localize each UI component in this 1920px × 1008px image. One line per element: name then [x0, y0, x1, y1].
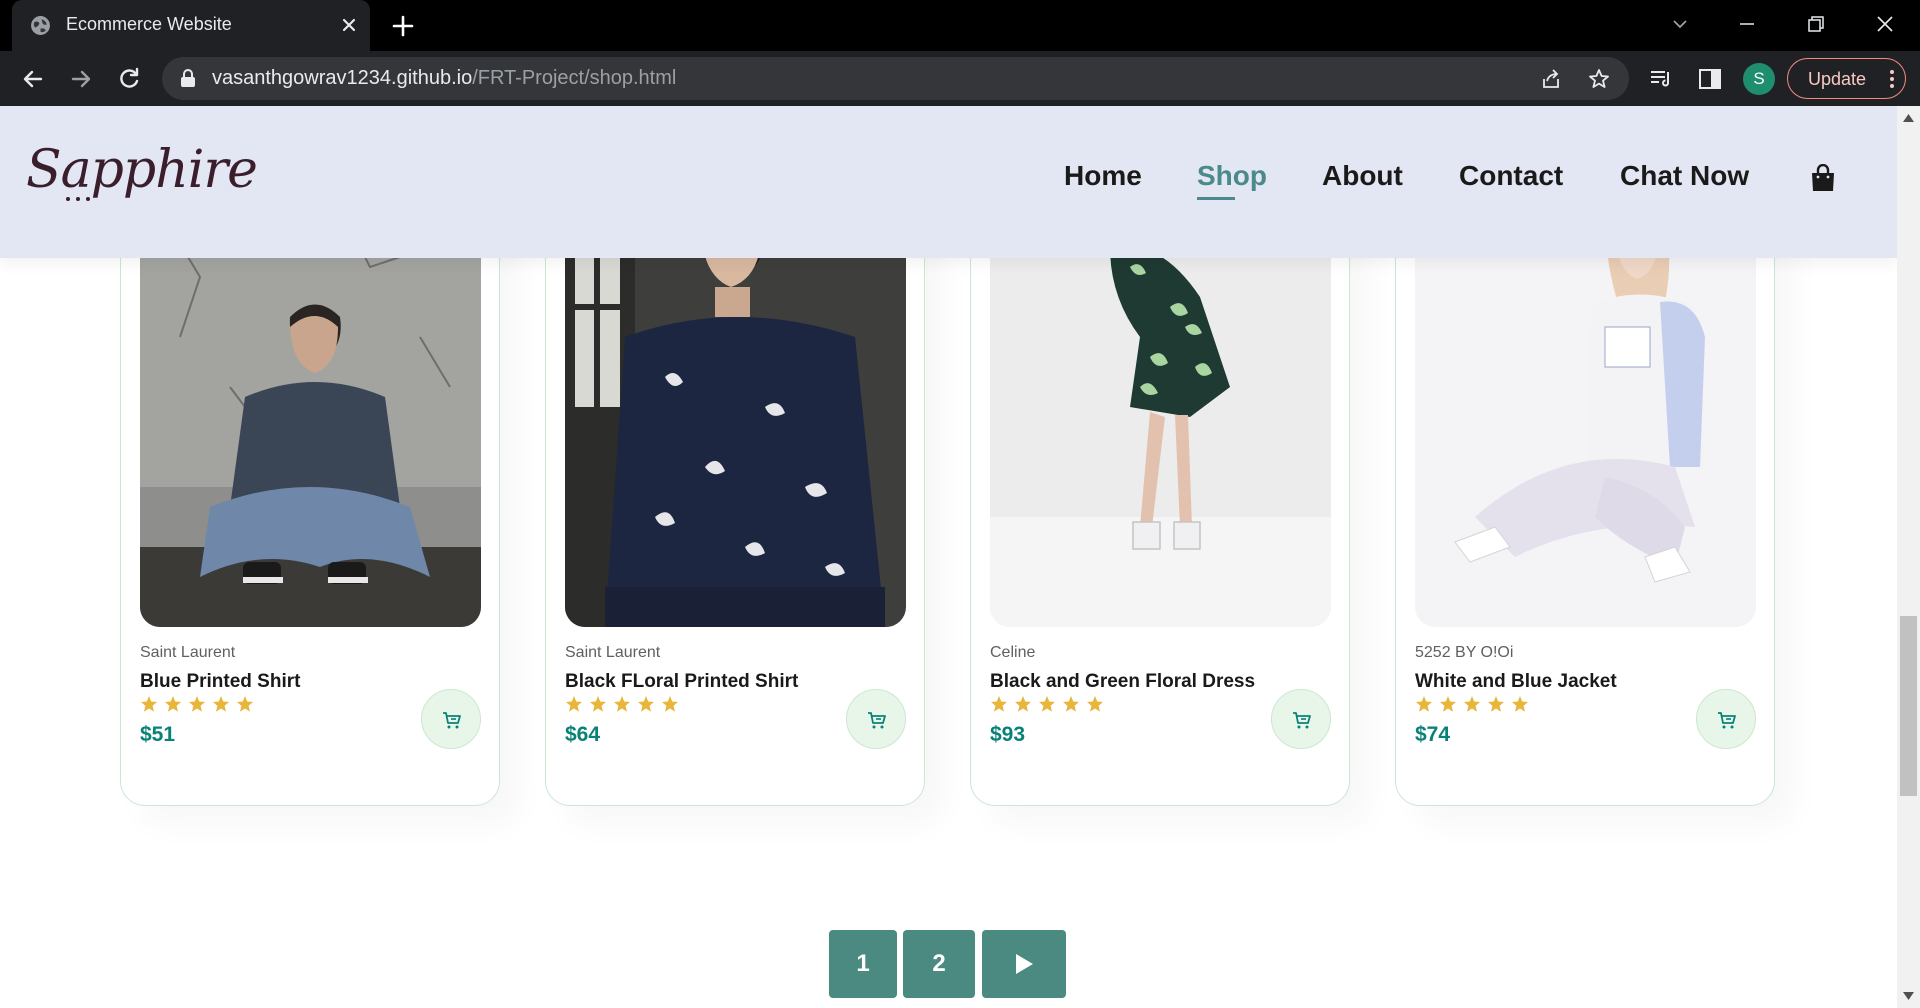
globe-icon	[31, 16, 50, 35]
product-card[interactable]: Saint Laurent Blue Printed Shirt $51	[120, 186, 500, 806]
product-brand: 5252 BY O!Oi	[1415, 644, 1514, 661]
url-domain: vasanthgowrav1234.github.io	[212, 67, 473, 89]
forward-arrow-icon[interactable]	[67, 65, 95, 93]
product-card[interactable]: Celine Black and Green Floral Dress $93	[970, 186, 1350, 806]
star-icon	[213, 696, 229, 712]
cart-icon	[1718, 712, 1736, 729]
star-icon	[1464, 696, 1480, 712]
cart-icon	[1293, 712, 1311, 729]
product-price: $64	[565, 723, 601, 746]
nav-contact[interactable]: Contact	[1459, 160, 1563, 192]
browser-tab[interactable]: Ecommerce Website	[12, 0, 370, 51]
star-icon	[662, 696, 678, 712]
star-icon	[991, 696, 1007, 712]
scrollbar-thumb[interactable]	[1900, 616, 1917, 796]
add-to-cart-button[interactable]	[1696, 689, 1756, 749]
browser-tab-strip: Ecommerce Website	[0, 0, 1920, 51]
nav-chat-now[interactable]: Chat Now	[1620, 160, 1749, 192]
nav-active-underline	[1197, 197, 1235, 200]
star-icon	[1416, 696, 1432, 712]
star-icon	[1015, 696, 1031, 712]
scroll-down-arrow-icon[interactable]	[1903, 992, 1914, 1000]
page-scrollbar[interactable]	[1897, 106, 1920, 1008]
more-vert-icon	[1890, 70, 1894, 88]
product-rating	[990, 695, 1110, 715]
site-header: Sapphire Home Shop About Contact Chat No…	[0, 106, 1897, 258]
side-panel-icon[interactable]	[1697, 66, 1723, 92]
bookmark-star-icon[interactable]	[1587, 67, 1611, 91]
cart-icon	[443, 712, 461, 729]
product-name: Blue Printed Shirt	[140, 671, 301, 692]
product-card[interactable]: Saint Laurent Black FLoral Printed Shirt…	[545, 186, 925, 806]
tab-search-chevron-icon[interactable]	[1668, 12, 1692, 36]
star-icon	[1063, 696, 1079, 712]
product-rating	[140, 695, 260, 715]
play-triangle-icon	[1016, 954, 1033, 974]
star-icon	[1039, 696, 1055, 712]
nav-shop[interactable]: Shop	[1197, 160, 1267, 192]
star-icon	[638, 696, 654, 712]
nav-home[interactable]: Home	[1064, 160, 1142, 192]
new-tab-icon[interactable]	[390, 13, 416, 39]
product-brand: Saint Laurent	[565, 644, 661, 661]
add-to-cart-button[interactable]	[846, 689, 906, 749]
product-price: $93	[990, 723, 1026, 746]
add-to-cart-button[interactable]	[1271, 689, 1331, 749]
page-viewport: Sapphire Home Shop About Contact Chat No…	[0, 106, 1897, 1008]
page-2-button[interactable]: 2	[903, 930, 975, 998]
shopping-bag-icon[interactable]	[1810, 164, 1836, 192]
star-icon	[1440, 696, 1456, 712]
logo-dots-decoration	[66, 197, 90, 201]
star-icon	[237, 696, 253, 712]
restore-icon[interactable]	[1804, 12, 1828, 36]
media-queue-icon[interactable]	[1648, 66, 1674, 92]
star-icon	[165, 696, 181, 712]
reload-icon[interactable]	[115, 65, 143, 93]
nav-about[interactable]: About	[1322, 160, 1403, 192]
star-icon	[1488, 696, 1504, 712]
profile-avatar[interactable]: S	[1743, 63, 1775, 95]
star-icon	[566, 696, 582, 712]
product-card[interactable]: 5252 BY O!Oi White and Blue Jacket $74	[1395, 186, 1775, 806]
tab-title: Ecommerce Website	[66, 14, 232, 34]
cart-icon	[868, 712, 886, 729]
back-arrow-icon[interactable]	[19, 65, 47, 93]
product-price: $74	[1415, 723, 1451, 746]
close-window-icon[interactable]	[1873, 12, 1897, 36]
add-to-cart-button[interactable]	[421, 689, 481, 749]
minimize-icon[interactable]	[1735, 12, 1759, 36]
product-rating	[1415, 695, 1535, 715]
star-icon	[189, 696, 205, 712]
page-1-button[interactable]: 1	[829, 930, 897, 998]
product-brand: Saint Laurent	[140, 644, 236, 661]
update-label: Update	[1808, 69, 1867, 89]
url-path: /FRT-Project/shop.html	[472, 67, 677, 89]
product-name: Black and Green Floral Dress	[990, 671, 1256, 692]
next-page-button[interactable]	[982, 930, 1066, 998]
address-bar[interactable]: vasanthgowrav1234.github.io/FRT-Project/…	[162, 57, 1629, 100]
product-brand: Celine	[990, 644, 1036, 661]
star-icon	[1512, 696, 1528, 712]
product-price: $51	[140, 723, 176, 746]
star-icon	[614, 696, 630, 712]
share-icon[interactable]	[1539, 67, 1563, 91]
update-button[interactable]: Update	[1787, 58, 1906, 99]
site-logo[interactable]: Sapphire	[26, 140, 258, 200]
product-name: Black FLoral Printed Shirt	[565, 671, 799, 692]
browser-toolbar: vasanthgowrav1234.github.io/FRT-Project/…	[0, 51, 1920, 106]
star-icon	[1087, 696, 1103, 712]
product-name: White and Blue Jacket	[1415, 671, 1617, 692]
scroll-up-arrow-icon[interactable]	[1903, 114, 1914, 122]
star-icon	[590, 696, 606, 712]
lock-icon[interactable]	[180, 69, 196, 88]
star-icon	[141, 696, 157, 712]
product-rating	[565, 695, 685, 715]
close-icon[interactable]	[338, 14, 360, 36]
url-text[interactable]: vasanthgowrav1234.github.io/FRT-Project/…	[212, 67, 676, 90]
